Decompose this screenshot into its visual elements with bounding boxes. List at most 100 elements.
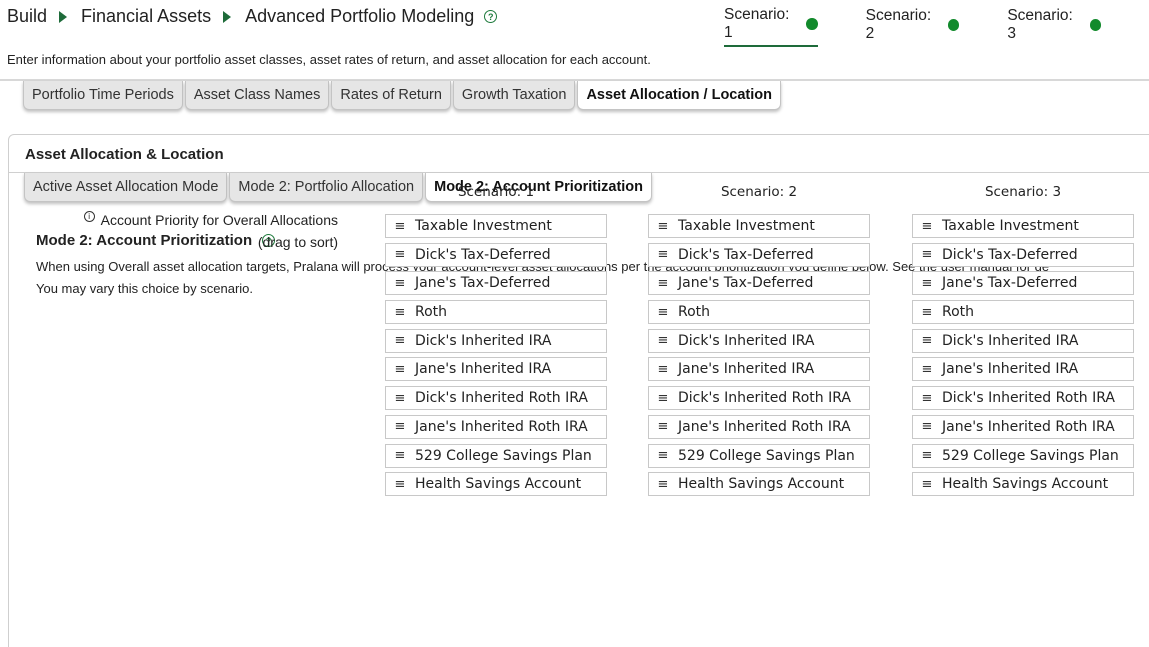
sortable-list-item[interactable]: ≡ Roth xyxy=(912,300,1134,325)
account-name: Health Savings Account xyxy=(678,476,845,493)
sortable-list-item[interactable]: ≡ Jane's Inherited IRA xyxy=(648,357,870,382)
drag-handle-icon[interactable]: ≡ xyxy=(913,276,937,291)
sortable-list-item[interactable]: ≡ 529 College Savings Plan xyxy=(648,443,870,468)
sortable-list-item[interactable]: ≡ Jane's Tax-Deferred xyxy=(648,271,870,296)
drag-handle-icon[interactable]: ≡ xyxy=(386,247,410,262)
account-name: Jane's Tax-Deferred xyxy=(942,275,1078,292)
breadcrumb: Build Financial Assets Advanced Portfoli… xyxy=(7,6,498,27)
account-name: Jane's Tax-Deferred xyxy=(678,275,814,292)
sortable-list-item[interactable]: ≡ Taxable Investment xyxy=(385,214,607,238)
account-name: Roth xyxy=(942,304,975,321)
sortable-list-item[interactable]: ≡ Roth xyxy=(648,300,870,325)
sortable-list-item[interactable]: ≡ Jane's Inherited Roth IRA xyxy=(912,414,1134,439)
drag-handle-icon[interactable]: ≡ xyxy=(913,448,937,463)
drag-handle-icon[interactable]: ≡ xyxy=(649,477,673,492)
sortable-list-item[interactable]: ≡ Jane's Inherited IRA xyxy=(385,357,607,382)
account-name: Taxable Investment xyxy=(942,218,1079,234)
account-priority-label: i Account Priority for Overall Allocation… xyxy=(83,209,338,253)
sortable-list-item[interactable]: ≡ Dick's Inherited Roth IRA xyxy=(385,386,607,411)
drag-handle-icon[interactable]: ≡ xyxy=(386,477,410,492)
account-name: Jane's Inherited Roth IRA xyxy=(942,418,1115,435)
tab-growth-taxation[interactable]: Growth Taxation xyxy=(452,81,576,110)
sortable-list-item[interactable]: ≡ Jane's Inherited Roth IRA xyxy=(385,414,607,439)
sortable-list-item[interactable]: ≡ Dick's Inherited IRA xyxy=(912,328,1134,353)
account-name: Health Savings Account xyxy=(942,476,1109,493)
sortable-list-item[interactable]: ≡ Taxable Investment xyxy=(912,214,1134,238)
account-name: Jane's Tax-Deferred xyxy=(415,275,551,292)
drag-handle-icon[interactable]: ≡ xyxy=(913,477,937,492)
drag-handle-icon[interactable]: ≡ xyxy=(649,448,673,463)
tab-portfolio-time-periods[interactable]: Portfolio Time Periods xyxy=(23,81,183,110)
page-intro: Enter information about your portfolio a… xyxy=(7,52,651,67)
drag-handle-icon[interactable]: ≡ xyxy=(386,219,410,234)
scenario-tab-1[interactable]: Scenario: 1 xyxy=(724,6,818,47)
account-name: Jane's Inherited IRA xyxy=(415,361,552,378)
drag-handle-icon[interactable]: ≡ xyxy=(649,391,673,406)
account-name: Dick's Inherited Roth IRA xyxy=(942,390,1115,407)
sortable-list-item[interactable]: ≡ 529 College Savings Plan xyxy=(912,443,1134,468)
drag-handle-icon[interactable]: ≡ xyxy=(913,219,937,234)
drag-handle-icon[interactable]: ≡ xyxy=(913,362,937,377)
sortable-list-item[interactable]: ≡ Taxable Investment xyxy=(648,214,870,238)
drag-handle-icon[interactable]: ≡ xyxy=(913,333,937,348)
sortable-list-item[interactable]: ≡ Health Savings Account xyxy=(385,472,607,497)
sortable-list-item[interactable]: ≡ Jane's Tax-Deferred xyxy=(385,271,607,296)
tab-asset-allocation-location[interactable]: Asset Allocation / Location xyxy=(577,81,782,110)
sortable-list-item[interactable]: ≡ Roth xyxy=(385,300,607,325)
sortable-list-item[interactable]: ≡ Health Savings Account xyxy=(912,472,1134,497)
sortable-list-item[interactable]: ≡ Dick's Inherited IRA xyxy=(648,328,870,353)
drag-handle-icon[interactable]: ≡ xyxy=(386,305,410,320)
drag-handle-icon[interactable]: ≡ xyxy=(386,276,410,291)
drag-handle-icon[interactable]: ≡ xyxy=(386,419,410,434)
drag-handle-icon[interactable]: ≡ xyxy=(913,419,937,434)
drag-handle-icon[interactable]: ≡ xyxy=(386,362,410,377)
drag-handle-icon[interactable]: ≡ xyxy=(649,247,673,262)
scenario-tab-label: Scenario: 3 xyxy=(1007,7,1073,42)
drag-handle-icon[interactable]: ≡ xyxy=(649,276,673,291)
breadcrumb-financial-assets[interactable]: Financial Assets xyxy=(81,6,211,27)
account-name: Dick's Inherited IRA xyxy=(415,332,552,349)
scenario-tab-label: Scenario: 2 xyxy=(865,7,932,42)
tab-asset-class-names[interactable]: Asset Class Names xyxy=(184,81,330,110)
sortable-list-item[interactable]: ≡ Dick's Tax-Deferred xyxy=(385,242,607,267)
drag-handle-icon[interactable]: ≡ xyxy=(649,219,673,234)
sortable-list-item[interactable]: ≡ Dick's Tax-Deferred xyxy=(912,242,1134,267)
drag-handle-icon[interactable]: ≡ xyxy=(913,247,937,262)
sortable-list-item[interactable]: ≡ 529 College Savings Plan xyxy=(385,443,607,468)
sortable-list-item[interactable]: ≡ Dick's Inherited Roth IRA xyxy=(912,386,1134,411)
help-icon[interactable]: ? xyxy=(484,10,498,23)
scenario-2-priority-list: Scenario: 2 ≡ Taxable Investment ≡ Dick's Ta… xyxy=(648,184,870,501)
sortable-list-item[interactable]: ≡ Jane's Inherited Roth IRA xyxy=(648,414,870,439)
account-name: Health Savings Account xyxy=(415,476,582,493)
drag-handle-icon[interactable]: ≡ xyxy=(386,448,410,463)
tab-rates-of-return[interactable]: Rates of Return xyxy=(331,81,451,110)
breadcrumb-build[interactable]: Build xyxy=(7,6,47,27)
drag-handle-icon[interactable]: ≡ xyxy=(386,391,410,406)
panel-title: Asset Allocation & Location xyxy=(25,146,224,163)
scenario-tab-3[interactable]: Scenario: 3 xyxy=(1007,6,1102,47)
scenario-1-priority-list: Scenario: 1 ≡ Taxable Investment ≡ Dick's Ta… xyxy=(385,184,607,501)
sortable-list-item[interactable]: ≡ Dick's Inherited Roth IRA xyxy=(648,386,870,411)
drag-handle-icon[interactable]: ≡ xyxy=(649,419,673,434)
sortable-list-item[interactable]: ≡ Dick's Inherited IRA xyxy=(385,328,607,353)
drag-handle-icon[interactable]: ≡ xyxy=(649,362,673,377)
drag-handle-icon[interactable]: ≡ xyxy=(649,305,673,320)
info-icon[interactable]: i xyxy=(83,211,95,222)
sortable-list-item[interactable]: ≡ Dick's Tax-Deferred xyxy=(648,242,870,267)
account-name: 529 College Savings Plan xyxy=(678,447,855,464)
drag-handle-icon[interactable]: ≡ xyxy=(649,333,673,348)
sortable-list-item[interactable]: ≡ Jane's Tax-Deferred xyxy=(912,271,1134,296)
tab-active-asset-allocation-mode[interactable]: Active Asset Allocation Mode xyxy=(24,173,228,202)
drag-handle-icon[interactable]: ≡ xyxy=(386,333,410,348)
drag-handle-icon[interactable]: ≡ xyxy=(913,391,937,406)
sortable-list-item[interactable]: ≡ Jane's Inherited IRA xyxy=(912,357,1134,382)
sortable-list-item[interactable]: ≡ Health Savings Account xyxy=(648,472,870,497)
account-name: Taxable Investment xyxy=(678,218,815,234)
scenario-tab-2[interactable]: Scenario: 2 xyxy=(866,6,960,47)
drag-handle-icon[interactable]: ≡ xyxy=(913,305,937,320)
status-dot-icon xyxy=(947,19,960,31)
status-dot-icon xyxy=(806,18,818,30)
account-name: Dick's Inherited Roth IRA xyxy=(678,390,851,407)
main-tabs: Portfolio Time Periods Asset Class Names… xyxy=(23,81,783,110)
status-dot-icon xyxy=(1089,19,1102,31)
